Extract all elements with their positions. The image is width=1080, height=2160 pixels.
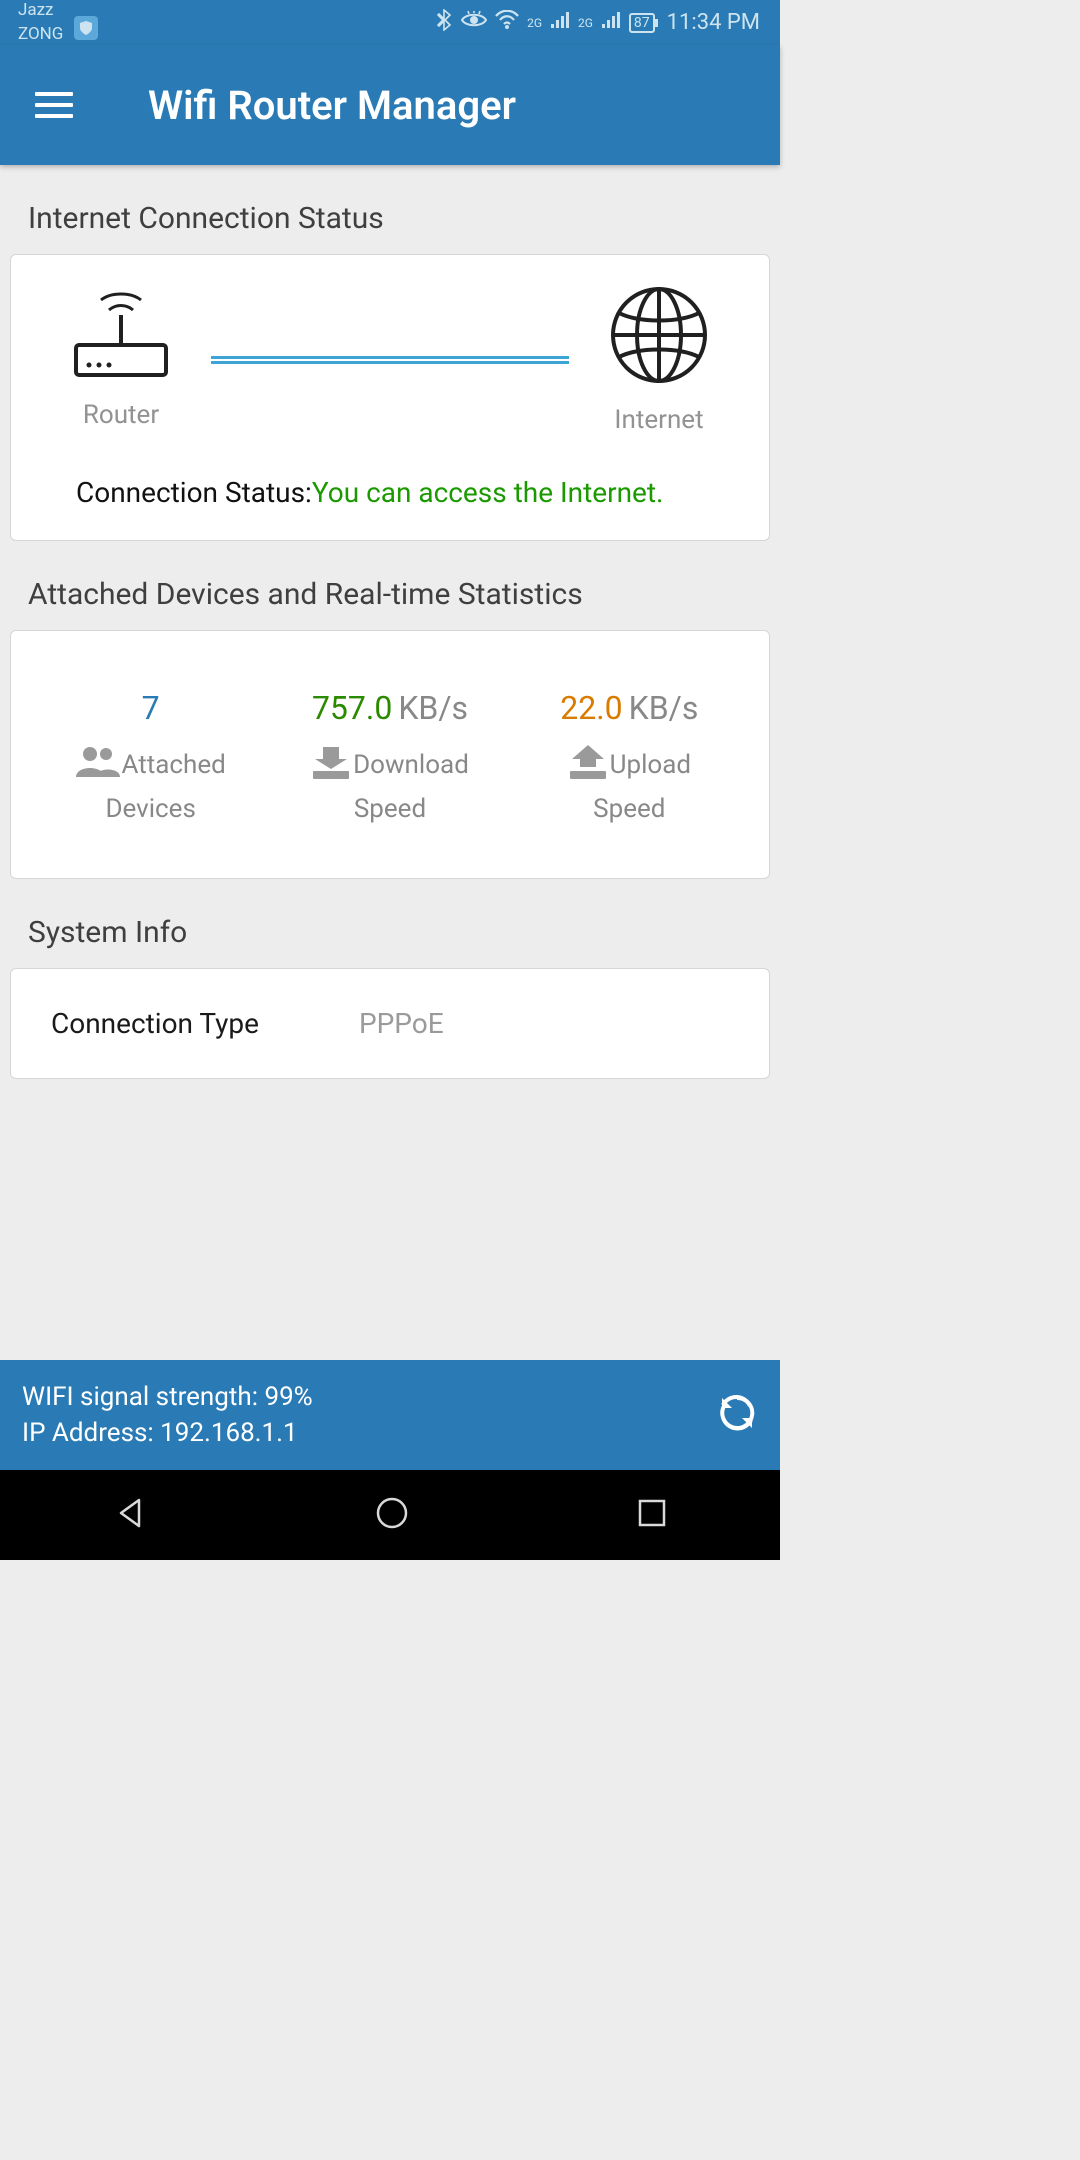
nav-recent-button[interactable] bbox=[637, 1498, 667, 1532]
upload-speed-value: 22.0 bbox=[560, 689, 622, 727]
battery-icon: 87 bbox=[629, 13, 655, 33]
connection-type-label: Connection Type bbox=[51, 1007, 259, 1040]
connection-type-row: Connection Type PPPoE bbox=[21, 987, 759, 1060]
clock: 11:34 PM bbox=[667, 10, 760, 35]
signal-icon-1 bbox=[550, 11, 570, 34]
wifi-strength-text: WIFI signal strength: 99% bbox=[22, 1382, 313, 1412]
menu-button[interactable] bbox=[35, 92, 73, 118]
section-title-connection: Internet Connection Status bbox=[10, 165, 770, 254]
app-bar: Wifi Router Manager bbox=[0, 45, 780, 165]
connection-status-label: Connection Status: bbox=[76, 473, 312, 514]
main-content: Internet Connection Status Router bbox=[0, 165, 780, 1360]
nav-back-button[interactable] bbox=[113, 1496, 147, 1534]
carrier-2: ZONG bbox=[18, 24, 63, 44]
app-title: Wifi Router Manager bbox=[148, 82, 516, 129]
status-bar: Jazz ZONG 2G 2G 87 11:34 PM bbox=[0, 0, 780, 45]
attached-devices-stat[interactable]: 7 Attached Devices bbox=[31, 689, 270, 824]
nav-home-button[interactable] bbox=[374, 1495, 410, 1535]
section-title-system: System Info bbox=[10, 879, 770, 968]
connection-status-card: Router Internet Connection Sta bbox=[10, 254, 770, 541]
connection-status-value: You can access the Internet. bbox=[312, 473, 664, 514]
signal-icon-2 bbox=[601, 11, 621, 34]
router-icon bbox=[71, 290, 171, 384]
upload-icon bbox=[568, 745, 608, 786]
router-label: Router bbox=[83, 400, 159, 430]
system-info-card: Connection Type PPPoE bbox=[10, 968, 770, 1079]
footer-bar: WIFI signal strength: 99% IP Address: 19… bbox=[0, 1360, 780, 1470]
network-badge-1: 2G bbox=[527, 16, 542, 30]
download-speed-value: 757.0 bbox=[312, 689, 392, 727]
bluetooth-icon bbox=[437, 9, 453, 36]
shield-icon bbox=[74, 16, 98, 40]
navigation-bar bbox=[0, 1470, 780, 1560]
ip-address-text: IP Address: 192.168.1.1 bbox=[22, 1418, 313, 1448]
connection-type-value: PPPoE bbox=[289, 1007, 729, 1040]
connection-line bbox=[211, 356, 569, 364]
upload-speed-stat[interactable]: 22.0 KB/s Upload Speed bbox=[510, 689, 749, 824]
download-speed-stat[interactable]: 757.0 KB/s Download Speed bbox=[270, 689, 509, 824]
wifi-icon bbox=[495, 10, 519, 35]
download-icon bbox=[311, 745, 351, 786]
internet-label: Internet bbox=[614, 405, 703, 435]
stats-card: 7 Attached Devices 757.0 KB/s Download bbox=[10, 630, 770, 879]
eye-icon bbox=[461, 11, 487, 34]
globe-icon bbox=[609, 285, 709, 389]
users-icon bbox=[76, 745, 120, 786]
section-title-stats: Attached Devices and Real-time Statistic… bbox=[10, 541, 770, 630]
network-badge-2: 2G bbox=[578, 16, 593, 30]
attached-devices-value: 7 bbox=[142, 689, 160, 727]
refresh-button[interactable] bbox=[716, 1392, 758, 1438]
